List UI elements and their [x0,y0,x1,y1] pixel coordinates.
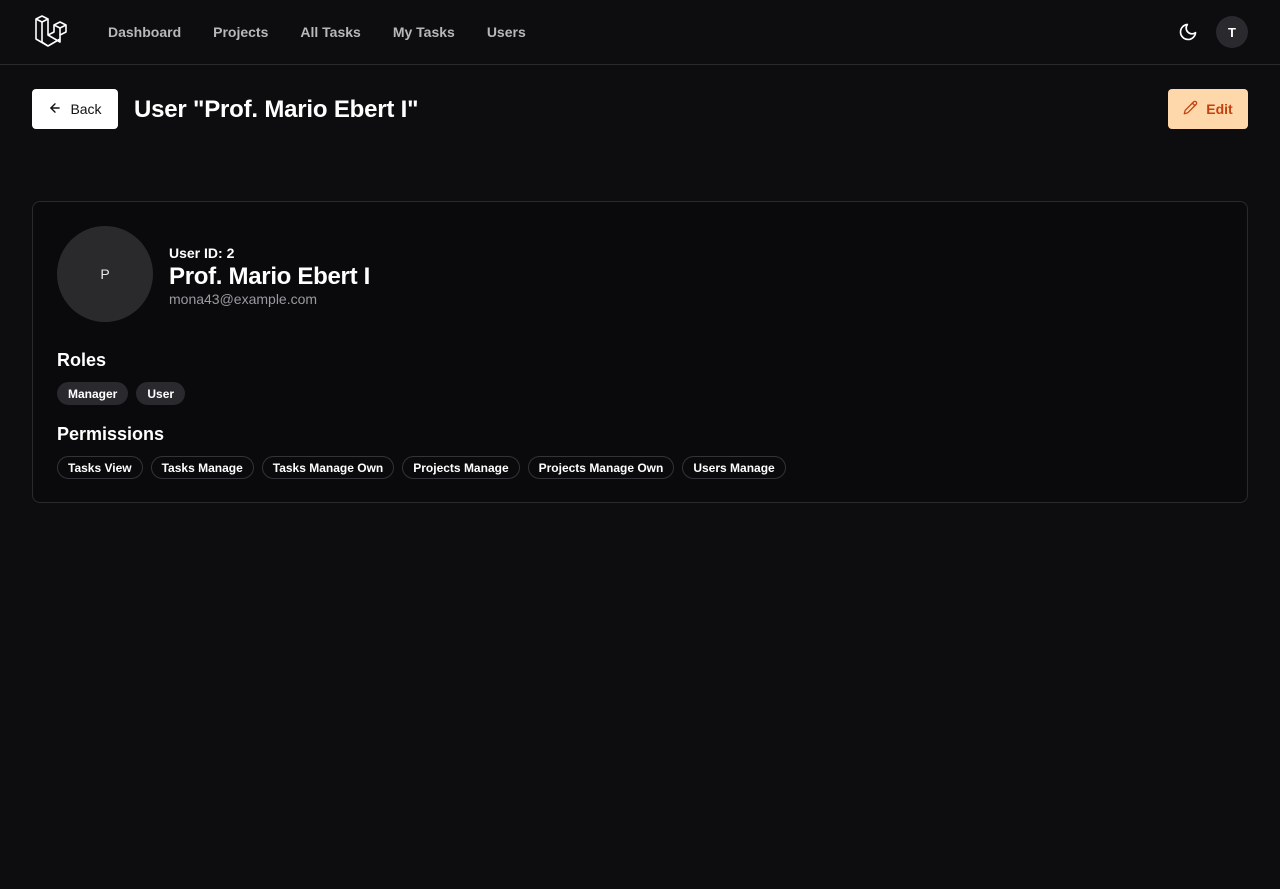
nav-links: Dashboard Projects All Tasks My Tasks Us… [108,0,526,64]
permission-badge: Tasks Manage [150,456,254,479]
nav-item-all-tasks[interactable]: All Tasks [300,24,360,40]
role-badge: User [136,382,186,405]
edit-button[interactable]: Edit [1168,89,1248,129]
nav-item-projects[interactable]: Projects [213,24,268,40]
user-name: Prof. Mario Ebert I [169,263,370,290]
user-email: mona43@example.com [169,291,318,307]
edit-button-label: Edit [1206,101,1233,117]
roles-list: Manager User [57,382,186,405]
permissions-heading: Permissions [57,424,165,444]
pencil-icon [1183,100,1198,118]
roles-heading: Roles [57,350,107,370]
permission-badge: Tasks Manage Own [261,456,395,479]
moon-icon[interactable] [1176,20,1200,44]
laravel-logo-icon[interactable] [34,14,68,48]
nav-item-users[interactable]: Users [487,24,526,40]
permissions-list: Tasks View Tasks Manage Tasks Manage Own… [57,456,786,479]
role-badge: Manager [57,382,129,405]
back-button[interactable]: Back [32,89,118,129]
avatar: P [57,226,153,322]
permission-badge: Projects Manage Own [527,456,675,479]
permission-badge: Tasks View [57,456,143,479]
user-id: User ID: 2 [169,245,235,261]
permission-badge: Users Manage [682,456,786,479]
top-navigation: Dashboard Projects All Tasks My Tasks Us… [0,0,1280,65]
nav-item-my-tasks[interactable]: My Tasks [393,24,455,40]
user-details-card: P User ID: 2 Prof. Mario Ebert I mona43@… [32,201,1248,503]
arrow-left-icon [48,101,62,118]
page-title: User "Prof. Mario Ebert I" [134,96,419,123]
back-button-label: Back [70,101,102,117]
permission-badge: Projects Manage [402,456,520,479]
nav-item-dashboard[interactable]: Dashboard [108,24,181,40]
user-menu-avatar[interactable]: T [1216,16,1248,48]
